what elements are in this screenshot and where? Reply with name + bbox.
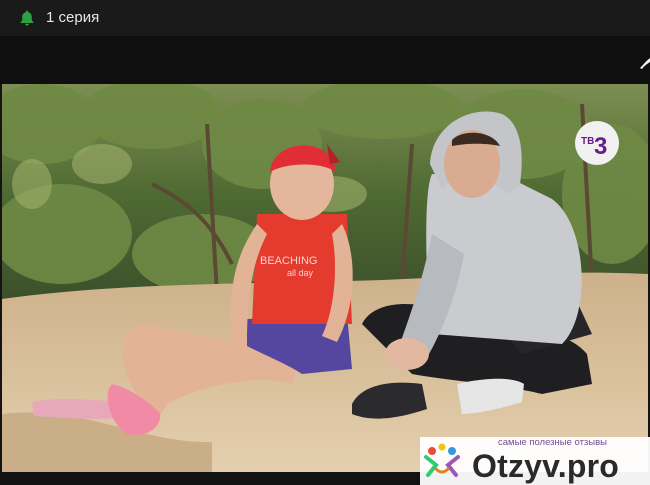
- svg-text:ТВ: ТВ: [581, 136, 594, 147]
- tv3-logo-icon: ТВ 3: [575, 121, 619, 165]
- watermark-brand: Otzyv.pro: [472, 448, 620, 484]
- shirt-print-2: all day: [287, 268, 314, 278]
- otzyv-logo-icon: [424, 443, 460, 477]
- otzyv-watermark: самые полезные отзывы Otzyv.pro: [420, 437, 650, 485]
- header-bar: 1 серия: [0, 0, 650, 36]
- tv3-logo: ТВ 3: [574, 120, 620, 166]
- page-frame: 1 серия BEACHING all day ТВ 3 самые поле…: [0, 0, 650, 485]
- watermark-tagline: самые полезные отзывы: [498, 437, 607, 448]
- video-scene: BEACHING all day: [2, 84, 648, 472]
- corner-glint-icon: [640, 58, 650, 69]
- shirt-print: BEACHING: [260, 255, 317, 267]
- header-spacer: [0, 36, 650, 84]
- video-frame[interactable]: BEACHING all day ТВ 3: [2, 84, 648, 472]
- episode-title: 1 серия: [46, 9, 100, 26]
- svg-text:3: 3: [594, 133, 607, 160]
- bell-icon[interactable]: [18, 9, 36, 27]
